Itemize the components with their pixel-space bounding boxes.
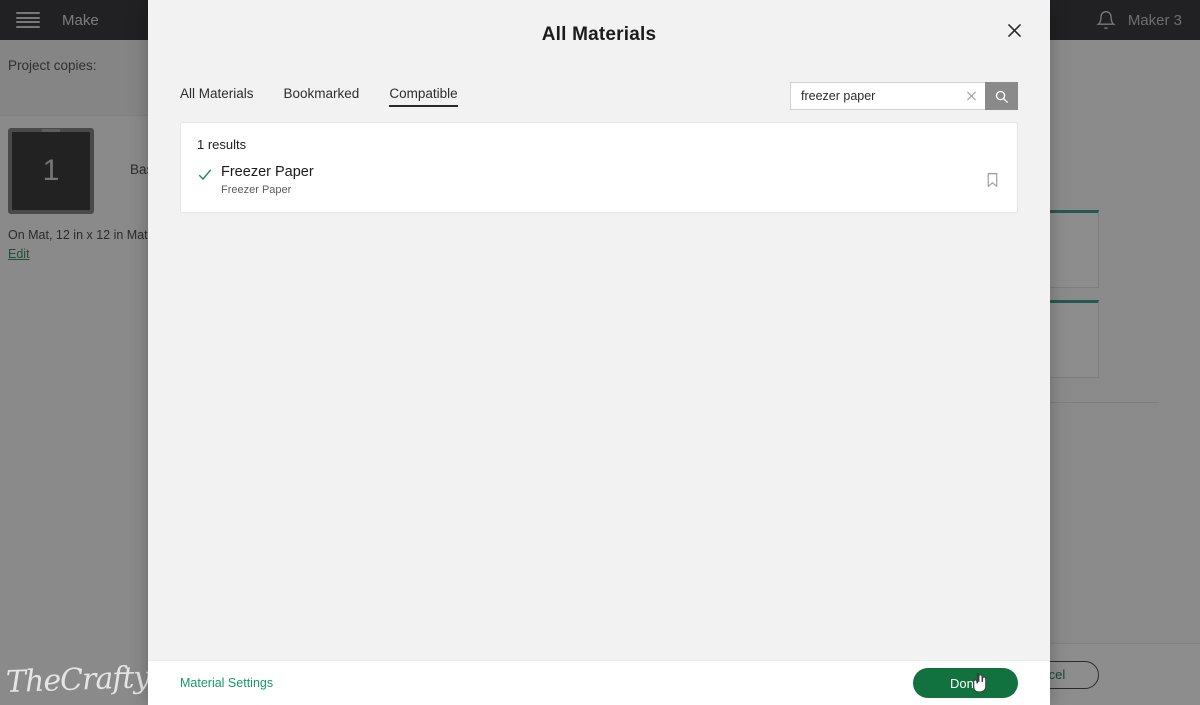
dialog-toolbar: All Materials Bookmarked Compatible <box>148 70 1050 122</box>
done-button[interactable]: Done <box>913 668 1018 698</box>
dialog-body: 1 results Freezer Paper Freezer Paper <box>148 122 1050 660</box>
results-card: 1 results Freezer Paper Freezer Paper <box>180 122 1018 213</box>
material-settings-link[interactable]: Material Settings <box>180 676 273 690</box>
tab-all-materials[interactable]: All Materials <box>180 86 254 107</box>
dialog-header: All Materials <box>148 0 1050 70</box>
search-button[interactable] <box>985 82 1018 110</box>
tab-bookmarked[interactable]: Bookmarked <box>284 86 360 107</box>
all-materials-dialog: All Materials All Materials Bookmarked C… <box>148 0 1050 705</box>
search-input[interactable] <box>791 83 988 109</box>
material-name: Freezer Paper <box>221 164 314 180</box>
material-tabs: All Materials Bookmarked Compatible <box>180 86 458 107</box>
close-icon[interactable] <box>1000 16 1028 44</box>
bookmark-icon[interactable] <box>984 170 1001 190</box>
search-icon <box>995 90 1008 103</box>
list-item-texts: Freezer Paper Freezer Paper <box>221 164 984 196</box>
screen-root: Make Maker 3 Project copies: 1 Basi On M… <box>0 0 1200 705</box>
results-count: 1 results <box>197 137 247 152</box>
dialog-title: All Materials <box>541 24 657 45</box>
check-icon <box>198 169 212 180</box>
tab-compatible[interactable]: Compatible <box>389 86 458 107</box>
search-bar <box>790 82 1018 110</box>
search-field <box>790 82 988 110</box>
list-item[interactable]: Freezer Paper Freezer Paper <box>181 162 1017 204</box>
material-subtitle: Freezer Paper <box>221 183 292 196</box>
dialog-footer: Material Settings Done <box>148 660 1050 705</box>
close-icon[interactable] <box>965 90 978 103</box>
